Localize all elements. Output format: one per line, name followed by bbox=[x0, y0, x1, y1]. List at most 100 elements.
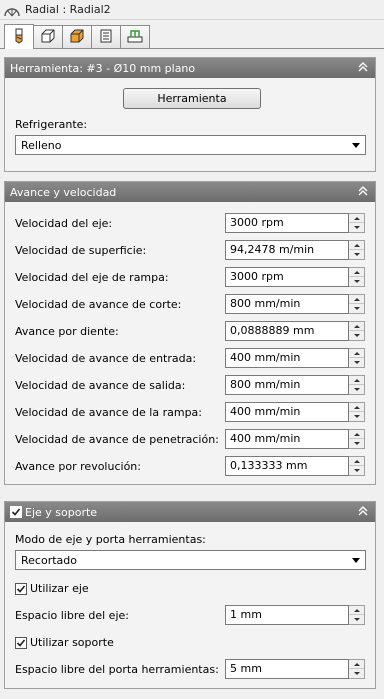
tab-strip bbox=[4, 24, 150, 49]
spin-down-icon[interactable] bbox=[349, 250, 364, 259]
feed-row-label: Velocidad del eje de rampa: bbox=[15, 271, 169, 284]
feed-row-label: Velocidad de avance de entrada: bbox=[15, 352, 197, 365]
cutting-feedrate-spinner[interactable] bbox=[349, 294, 365, 314]
spin-down-icon[interactable] bbox=[349, 358, 364, 367]
cutting-feedrate-input[interactable]: 800 mm/min bbox=[225, 294, 349, 314]
linking-icon bbox=[127, 29, 143, 46]
holder-clearance-label: Espacio libre del porta herramientas: bbox=[15, 663, 219, 676]
feed-row-label: Avance por diente: bbox=[15, 325, 119, 338]
spin-up-icon[interactable] bbox=[349, 322, 364, 331]
ramp-feedrate-input[interactable]: 400 mm/min bbox=[225, 402, 349, 422]
holder-clearance-input[interactable]: 5 mm bbox=[225, 659, 349, 679]
shaft-holder-panel: Eje y soporte Modo de eje y porta herram… bbox=[4, 501, 376, 689]
feed-row-label: Avance por revolución: bbox=[15, 460, 141, 473]
spin-up-icon[interactable] bbox=[349, 606, 364, 615]
feed-per-revolution-input[interactable]: 0,133333 mm bbox=[225, 456, 349, 476]
spin-down-icon[interactable] bbox=[349, 277, 364, 286]
spindle-speed-spinner[interactable] bbox=[349, 213, 365, 233]
spin-up-icon[interactable] bbox=[349, 214, 364, 223]
tab-tool[interactable] bbox=[4, 24, 34, 49]
spin-down-icon[interactable] bbox=[349, 223, 364, 232]
feed-panel-title: Avance y velocidad bbox=[10, 185, 117, 199]
feed-row-ramp-feedrate: Velocidad de avance de la rampa: 400 mm/… bbox=[15, 402, 371, 422]
geometry-icon bbox=[69, 29, 85, 46]
tool-panel-title: Herramienta: #3 - Ø10 mm plano bbox=[10, 61, 196, 75]
spindle-speed-input[interactable]: 3000 rpm bbox=[225, 213, 349, 233]
spin-up-icon[interactable] bbox=[349, 376, 364, 385]
feed-panel-header[interactable]: Avance y velocidad bbox=[5, 182, 375, 202]
window-title: Radial : Radial2 bbox=[25, 3, 111, 16]
lead-in-feedrate-spinner[interactable] bbox=[349, 348, 365, 368]
feed-row-label: Velocidad del eje: bbox=[15, 217, 113, 230]
feed-per-tooth-spinner[interactable] bbox=[349, 321, 365, 341]
feed-per-tooth-input[interactable]: 0,0888889 mm bbox=[225, 321, 349, 341]
shaft-mode-select[interactable]: Recortado bbox=[15, 550, 366, 570]
feed-row-plunge-feedrate: Velocidad de avance de penetración: 400 … bbox=[15, 429, 371, 449]
tool-panel: Herramienta: #3 - Ø10 mm plano Herramien… bbox=[4, 57, 376, 172]
lead-out-feedrate-input[interactable]: 800 mm/min bbox=[225, 375, 349, 395]
holder-clearance-spinner[interactable] bbox=[349, 659, 365, 679]
chevron-down-icon bbox=[352, 143, 360, 148]
spin-down-icon[interactable] bbox=[349, 466, 364, 475]
ramp-spindle-speed-spinner[interactable] bbox=[349, 267, 365, 287]
spin-up-icon[interactable] bbox=[349, 660, 364, 669]
plunge-feedrate-input[interactable]: 400 mm/min bbox=[225, 429, 349, 449]
feed-row-spindle-speed: Velocidad del eje: 3000 rpm bbox=[15, 213, 371, 233]
spin-up-icon[interactable] bbox=[349, 295, 364, 304]
checkbox-box[interactable] bbox=[15, 636, 27, 649]
collapse-chevron-icon[interactable] bbox=[357, 185, 369, 197]
spin-up-icon[interactable] bbox=[349, 457, 364, 466]
shaft-clearance-label: Espacio libre del eje: bbox=[15, 609, 129, 622]
spin-up-icon[interactable] bbox=[349, 430, 364, 439]
feed-row-lead-out-feedrate: Velocidad de avance de salida: 800 mm/mi… bbox=[15, 375, 371, 395]
title-bar: Radial : Radial2 bbox=[0, 0, 384, 20]
use-holder-checkbox[interactable]: Utilizar soporte bbox=[15, 636, 114, 649]
shaft-mode-value: Recortado bbox=[21, 553, 77, 567]
spin-down-icon[interactable] bbox=[349, 615, 364, 624]
checkbox-box[interactable] bbox=[15, 582, 27, 595]
feed-row-cutting-feedrate: Velocidad de avance de corte: 800 mm/min bbox=[15, 294, 371, 314]
stock-box-icon bbox=[40, 29, 56, 46]
feed-row-surface-speed: Velocidad de superficie: 94,2478 m/min bbox=[15, 240, 371, 260]
surface-speed-spinner[interactable] bbox=[349, 240, 365, 260]
spin-down-icon[interactable] bbox=[349, 439, 364, 448]
collapse-chevron-icon[interactable] bbox=[357, 61, 369, 73]
spin-up-icon[interactable] bbox=[349, 403, 364, 412]
spin-up-icon[interactable] bbox=[349, 268, 364, 277]
shaft-clearance-input[interactable]: 1 mm bbox=[225, 605, 349, 625]
tab-linking[interactable] bbox=[120, 25, 150, 49]
tab-passes[interactable] bbox=[91, 25, 121, 49]
tab-stock[interactable] bbox=[33, 25, 63, 49]
tab-geometry[interactable] bbox=[62, 25, 92, 49]
spin-up-icon[interactable] bbox=[349, 349, 364, 358]
tool-select-button[interactable]: Herramienta bbox=[123, 88, 261, 109]
use-holder-label: Utilizar soporte bbox=[30, 636, 114, 649]
tool-panel-header[interactable]: Herramienta: #3 - Ø10 mm plano bbox=[5, 58, 375, 78]
feed-panel: Avance y velocidad Velocidad del eje: 30… bbox=[4, 181, 376, 485]
spin-down-icon[interactable] bbox=[349, 669, 364, 678]
spin-down-icon[interactable] bbox=[349, 304, 364, 313]
lead-out-feedrate-spinner[interactable] bbox=[349, 375, 365, 395]
coolant-label: Refrigerante: bbox=[15, 118, 88, 131]
plunge-feedrate-spinner[interactable] bbox=[349, 429, 365, 449]
feed-row-lead-in-feedrate: Velocidad de avance de entrada: 400 mm/m… bbox=[15, 348, 371, 368]
lead-in-feedrate-input[interactable]: 400 mm/min bbox=[225, 348, 349, 368]
spin-down-icon[interactable] bbox=[349, 385, 364, 394]
feed-row-label: Velocidad de avance de la rampa: bbox=[15, 406, 202, 419]
feed-row-feed-per-revolution: Avance por revolución: 0,133333 mm bbox=[15, 456, 371, 476]
spin-up-icon[interactable] bbox=[349, 241, 364, 250]
shaft-holder-enable-checkbox[interactable] bbox=[10, 506, 22, 518]
ramp-spindle-speed-input[interactable]: 3000 rpm bbox=[225, 267, 349, 287]
shaft-holder-panel-title: Eje y soporte bbox=[25, 505, 98, 519]
surface-speed-input[interactable]: 94,2478 m/min bbox=[225, 240, 349, 260]
ramp-feedrate-spinner[interactable] bbox=[349, 402, 365, 422]
collapse-chevron-icon[interactable] bbox=[357, 505, 369, 517]
feed-row-label: Velocidad de avance de penetración: bbox=[15, 433, 219, 446]
coolant-select[interactable]: Relleno bbox=[15, 135, 366, 155]
shaft-holder-panel-header[interactable]: Eje y soporte bbox=[5, 502, 375, 522]
spin-down-icon[interactable] bbox=[349, 331, 364, 340]
spin-down-icon[interactable] bbox=[349, 412, 364, 421]
shaft-clearance-spinner[interactable] bbox=[349, 605, 365, 625]
feed-per-revolution-spinner[interactable] bbox=[349, 456, 365, 476]
use-shaft-checkbox[interactable]: Utilizar eje bbox=[15, 582, 89, 595]
